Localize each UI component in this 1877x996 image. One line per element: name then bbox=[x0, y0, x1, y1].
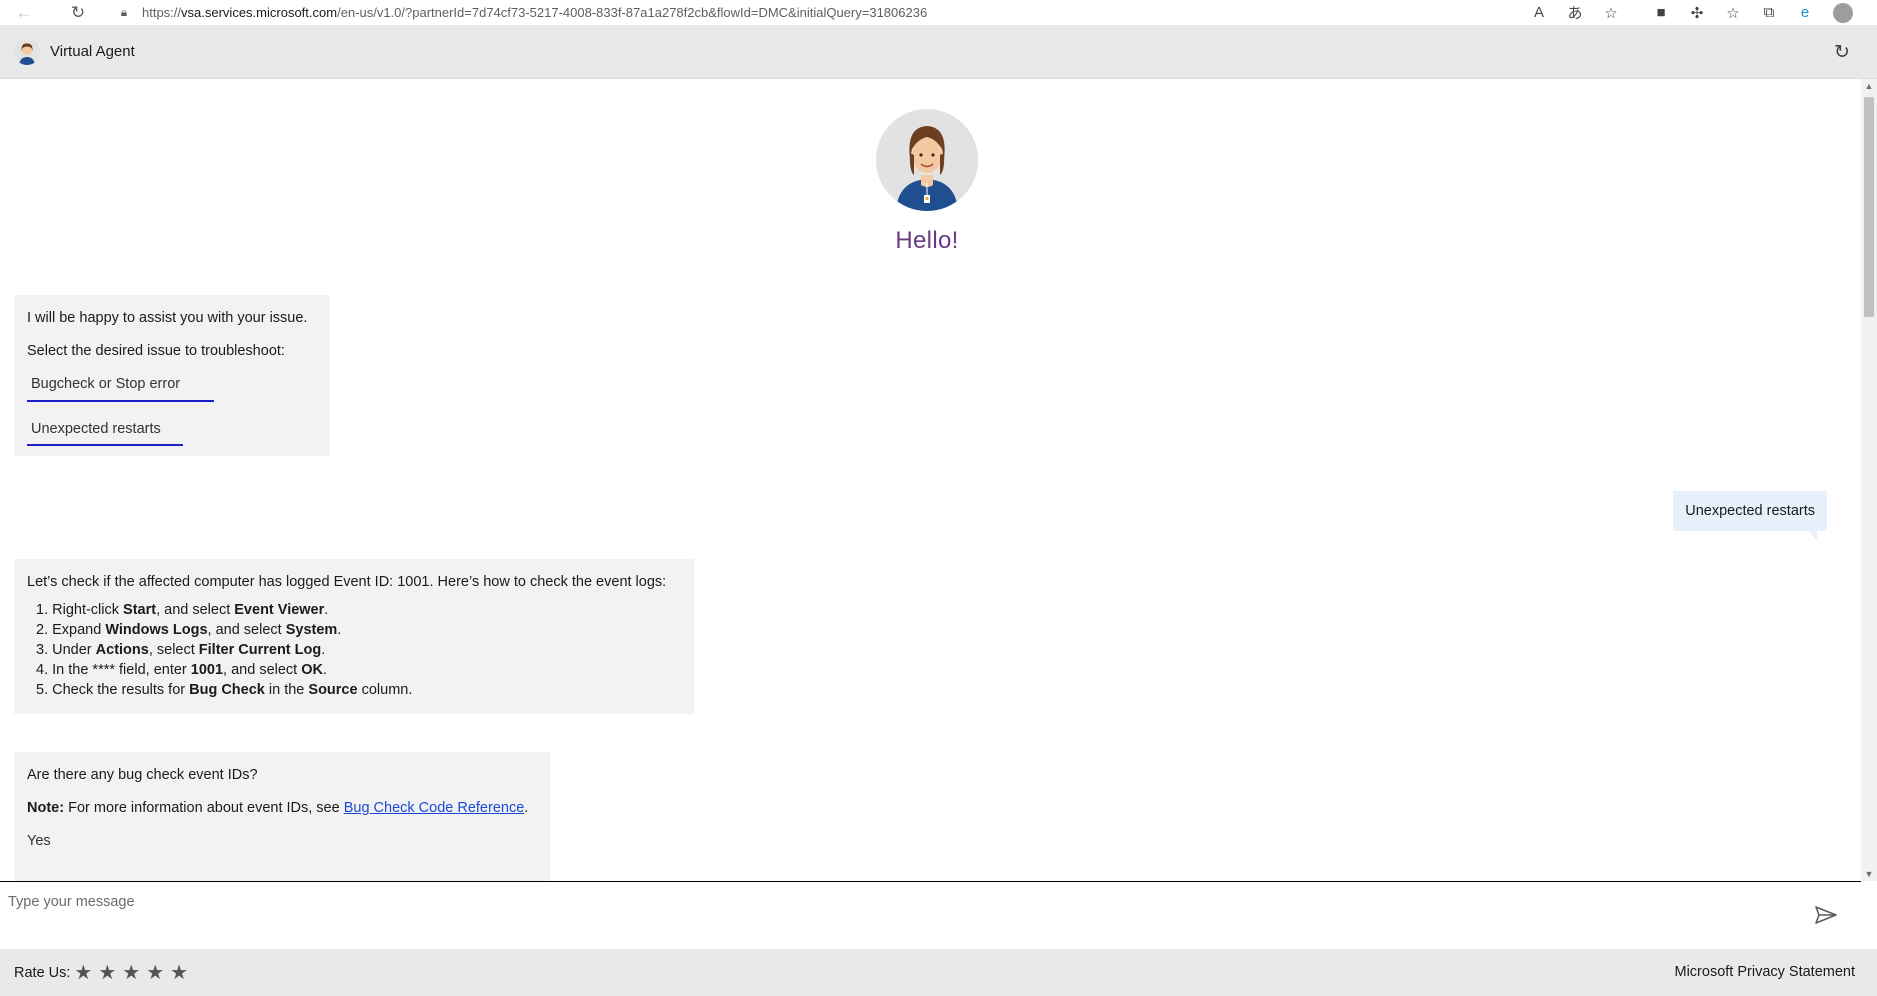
edge-icon[interactable]: e bbox=[1787, 2, 1823, 24]
read-aloud-icon[interactable]: A bbox=[1521, 2, 1557, 24]
step-item: 2. Expand Windows Logs, and select Syste… bbox=[36, 621, 342, 638]
step-item: 3. Under Actions, select Filter Current … bbox=[36, 641, 326, 658]
scroll-up-arrow-icon[interactable]: ▲ bbox=[1861, 79, 1877, 93]
privacy-statement-link[interactable]: Microsoft Privacy Statement bbox=[1675, 964, 1856, 980]
bot-message-bug-check-question: Are there any bug check event IDs? Note:… bbox=[14, 752, 550, 881]
favorites-icon[interactable]: ☆ bbox=[1715, 2, 1751, 24]
user-message: Unexpected restarts bbox=[1673, 491, 1827, 540]
url-path: /en-us/v1.0/?partnerId=7d74cf73-5217-400… bbox=[337, 5, 928, 20]
bot-text-line: Are there any bug check event IDs? bbox=[27, 767, 258, 783]
agent-avatar-icon bbox=[14, 38, 40, 65]
note-label: Note: bbox=[27, 799, 65, 816]
star-icon[interactable]: ★ bbox=[146, 960, 164, 985]
send-icon[interactable] bbox=[1813, 904, 1839, 926]
url-host: vsa.services.microsoft.com bbox=[181, 5, 338, 20]
step-item: 4. In the **** field, enter 1001, and se… bbox=[36, 661, 328, 678]
bot-text-line: Select the desired issue to troubleshoot… bbox=[27, 342, 285, 359]
chat-scrollbar[interactable]: ▲ ▼ bbox=[1861, 79, 1877, 881]
rating-stars: ★ ★ ★ ★ ★ bbox=[74, 960, 194, 985]
rate-us-label: Rate Us: bbox=[14, 964, 71, 981]
star-icon[interactable]: ★ bbox=[74, 960, 92, 985]
bot-note: Note: For more information about event I… bbox=[27, 799, 529, 816]
footer: Rate Us: ★ ★ ★ ★ ★ Microsoft Privacy Sta… bbox=[0, 949, 1877, 996]
chat-transcript[interactable]: Hello! I will be happy to assist you wit… bbox=[0, 79, 1861, 881]
message-input[interactable] bbox=[8, 894, 1708, 910]
agent-large-avatar-icon bbox=[876, 109, 978, 211]
agent-title: Virtual Agent bbox=[50, 43, 135, 60]
bot-text-line: I will be happy to assist you with your … bbox=[27, 310, 308, 326]
bug-check-code-reference-link[interactable]: Bug Check Code Reference bbox=[344, 800, 525, 816]
star-icon[interactable]: ★ bbox=[170, 960, 188, 985]
profile-avatar-icon[interactable] bbox=[1823, 2, 1863, 24]
step-item: 1. Right-click Start, and select Event V… bbox=[36, 601, 329, 618]
scroll-down-arrow-icon[interactable]: ▼ bbox=[1861, 867, 1877, 881]
user-message-text: Unexpected restarts bbox=[1685, 503, 1815, 519]
choice-yes[interactable]: Yes bbox=[27, 832, 537, 851]
back-arrow-icon[interactable]: ← bbox=[12, 3, 36, 23]
bot-text-line: Let’s check if the affected computer has… bbox=[27, 574, 667, 590]
message-input-bar bbox=[0, 881, 1861, 949]
url-prefix: https:// bbox=[142, 5, 182, 20]
collections-icon[interactable]: ⧉ bbox=[1751, 2, 1787, 24]
event-viewer-steps: 1. Right-click Start, and select Event V… bbox=[36, 600, 681, 700]
address-bar[interactable]: 🔒︎ https://vsa.services.microsoft.com/en… bbox=[116, 2, 1521, 24]
virtual-agent-header: Virtual Agent ↻ bbox=[0, 25, 1877, 79]
greeting-text: Hello! bbox=[895, 227, 959, 254]
star-icon[interactable]: ★ bbox=[98, 960, 116, 985]
scrollbar-thumb[interactable] bbox=[1864, 97, 1874, 317]
add-favorite-icon[interactable]: ☆ bbox=[1593, 2, 1629, 24]
extension-icon[interactable]: ■ bbox=[1643, 2, 1679, 24]
bot-message-event-check: Let’s check if the affected computer has… bbox=[14, 559, 694, 714]
bot-message-intro: I will be happy to assist you with your … bbox=[14, 295, 330, 457]
lock-icon[interactable]: 🔒︎ bbox=[116, 5, 132, 21]
browser-toolbar-icons: A あ ☆ ■ ✣ ☆ ⧉ e bbox=[1521, 2, 1863, 24]
restart-icon[interactable]: ↻ bbox=[1831, 41, 1853, 63]
reload-icon[interactable]: ↻ bbox=[66, 3, 90, 23]
extensions-puzzle-icon[interactable]: ✣ bbox=[1679, 2, 1715, 24]
star-icon[interactable]: ★ bbox=[122, 960, 140, 985]
note-text: For more information about event IDs, se… bbox=[64, 799, 344, 816]
browser-toolbar: ← ↻ 🔒︎ https://vsa.services.microsoft.co… bbox=[0, 0, 1877, 25]
translate-icon[interactable]: あ bbox=[1557, 2, 1593, 24]
step-item: 5. Check the results for Bug Check in th… bbox=[36, 681, 413, 698]
choice-bugcheck-stop-error[interactable]: Bugcheck or Stop error bbox=[27, 371, 215, 402]
choice-unexpected-restarts[interactable]: Unexpected restarts bbox=[27, 416, 183, 447]
welcome-hero: Hello! bbox=[872, 109, 982, 255]
